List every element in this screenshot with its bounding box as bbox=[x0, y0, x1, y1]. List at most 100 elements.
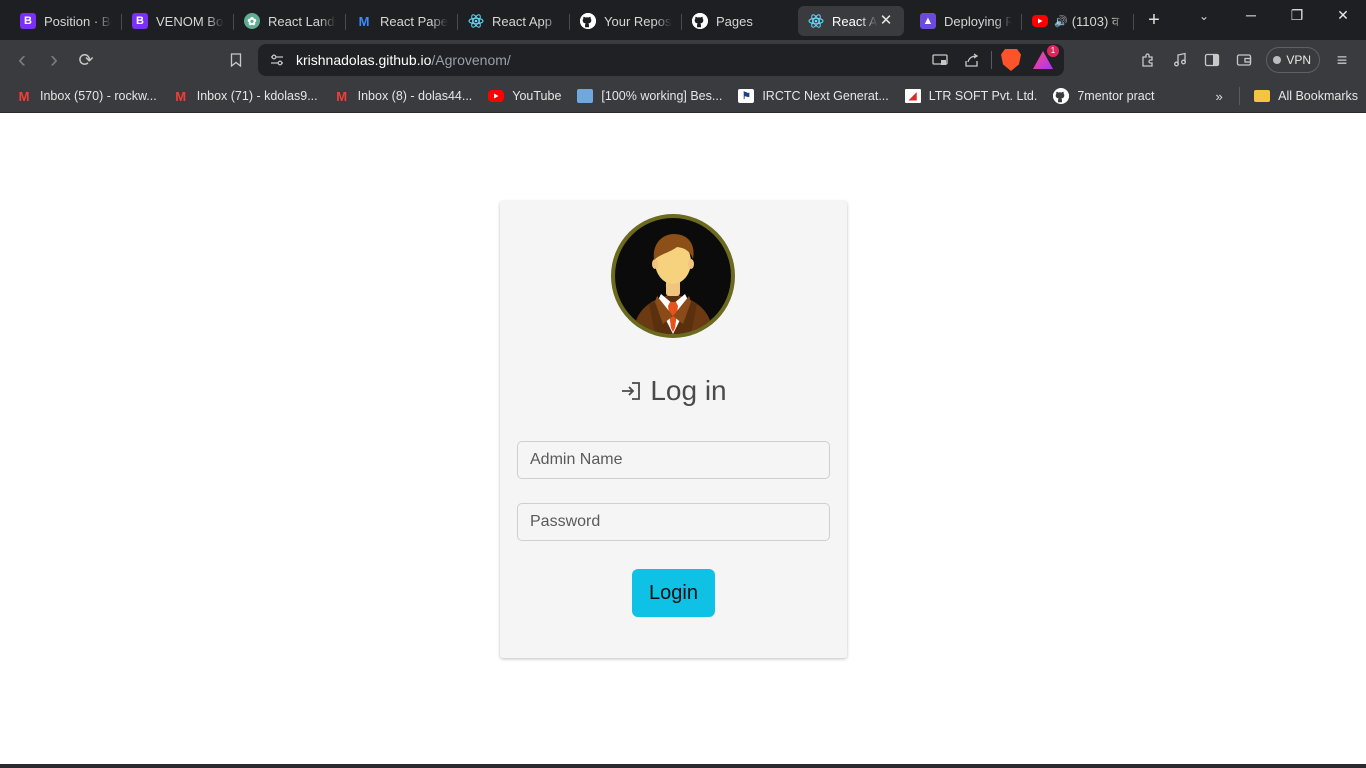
tab-label: React App bbox=[492, 13, 552, 29]
tab-label: React Paper bbox=[380, 13, 448, 29]
bookmark-label: Inbox (570) - rockw... bbox=[40, 89, 157, 103]
gmail-icon: M bbox=[18, 88, 30, 104]
user-avatar-icon bbox=[611, 214, 735, 338]
bookmark-page-icon[interactable] bbox=[220, 44, 252, 76]
github-icon bbox=[692, 13, 708, 29]
brave-rewards-icon[interactable]: 1 bbox=[1030, 45, 1059, 73]
address-bar[interactable]: krishnadolas.github.io/Agrovenom/ 1 bbox=[258, 44, 1064, 76]
divider bbox=[991, 51, 992, 69]
bookmark-label: YouTube bbox=[512, 89, 562, 103]
tab-strip: B Position · Bootstrap B VENOM Bootstrap… bbox=[0, 0, 1366, 40]
rewards-badge: 1 bbox=[1047, 45, 1059, 57]
password-input[interactable] bbox=[517, 503, 830, 541]
deploy-icon: ▲ bbox=[920, 13, 936, 29]
bookmark-irctc[interactable]: ⚑ IRCTC Next Generat... bbox=[732, 83, 894, 109]
bookmark-7mentor[interactable]: 7mentor pract bbox=[1047, 83, 1160, 109]
bookmark-youtube[interactable]: YouTube bbox=[482, 83, 567, 109]
share-icon[interactable] bbox=[959, 47, 985, 73]
tab-10[interactable]: 🔊 (1103) व bbox=[1022, 6, 1134, 36]
bootstrap-icon: B bbox=[20, 13, 36, 29]
close-tab-icon[interactable]: ✕ bbox=[878, 13, 894, 29]
minimize-icon[interactable]: ─ bbox=[1228, 0, 1274, 30]
tab-9[interactable]: ▲ Deploying React bbox=[910, 6, 1022, 36]
image-icon bbox=[577, 89, 594, 103]
menu-icon[interactable]: ≡ bbox=[1326, 44, 1358, 76]
forward-icon[interactable]: › bbox=[38, 44, 70, 76]
new-tab-button[interactable]: + bbox=[1138, 4, 1170, 36]
all-bookmarks-label: All Bookmarks bbox=[1278, 89, 1358, 103]
vpn-button[interactable]: VPN bbox=[1266, 47, 1320, 73]
bookmark-inbox-8[interactable]: M Inbox (8) - dolas44... bbox=[328, 83, 479, 109]
chatgpt-icon: ✿ bbox=[244, 13, 260, 29]
url-text[interactable]: krishnadolas.github.io/Agrovenom/ bbox=[296, 52, 511, 68]
back-icon[interactable]: ‹ bbox=[6, 44, 38, 76]
wallet-icon[interactable] bbox=[1228, 44, 1260, 76]
tab-separator bbox=[1133, 14, 1134, 30]
tab-label: (1103) व bbox=[1071, 14, 1120, 29]
bookmark-ltr-soft[interactable]: ◢ LTR SOFT Pvt. Ltd. bbox=[899, 83, 1044, 109]
login-card: Log in Login bbox=[500, 201, 847, 658]
bookmark-100-working[interactable]: [100% working] Bes... bbox=[571, 83, 728, 109]
url-host: krishnadolas.github.io bbox=[296, 52, 432, 68]
cast-icon[interactable] bbox=[927, 47, 953, 73]
gmail-icon: M bbox=[175, 88, 187, 104]
bookmark-label: LTR SOFT Pvt. Ltd. bbox=[928, 89, 1038, 103]
youtube-icon bbox=[1032, 15, 1048, 27]
github-icon bbox=[580, 13, 596, 29]
more-bookmarks-icon[interactable]: » bbox=[1207, 89, 1231, 104]
folder-icon bbox=[1254, 90, 1271, 102]
divider bbox=[1239, 87, 1241, 105]
login-title: Log in bbox=[650, 375, 727, 406]
tab-8-active[interactable]: React App ✕ bbox=[798, 6, 904, 36]
tab-label: Pages bbox=[716, 13, 753, 29]
restore-icon[interactable]: ❐ bbox=[1274, 0, 1320, 30]
tab-7[interactable]: Pages bbox=[682, 6, 794, 36]
tab-label: VENOM Bootstrap bbox=[156, 13, 224, 29]
vpn-status-icon bbox=[1273, 56, 1282, 64]
mui-icon: M bbox=[358, 13, 370, 29]
site-info-icon[interactable] bbox=[262, 54, 292, 66]
bookmark-label: Inbox (8) - dolas44... bbox=[357, 89, 473, 103]
reload-icon[interactable]: ⟳ bbox=[70, 44, 102, 76]
window-controls: ─ ❐ ✕ bbox=[1228, 0, 1366, 30]
all-bookmarks-button[interactable]: All Bookmarks bbox=[1248, 83, 1358, 109]
tab-search-icon[interactable]: ⌄ bbox=[1192, 4, 1216, 28]
taskbar-edge bbox=[0, 764, 1366, 768]
tab-3[interactable]: ✿ React Landing bbox=[234, 6, 346, 36]
vpn-label: VPN bbox=[1286, 53, 1311, 67]
url-path: /Agrovenom/ bbox=[431, 52, 511, 68]
bookmark-inbox-570[interactable]: M Inbox (570) - rockw... bbox=[10, 83, 163, 109]
close-window-icon[interactable]: ✕ bbox=[1320, 0, 1366, 30]
login-button[interactable]: Login bbox=[632, 569, 715, 617]
bootstrap-icon: B bbox=[132, 13, 148, 29]
media-icon[interactable] bbox=[1164, 44, 1196, 76]
brave-shields-icon[interactable] bbox=[998, 47, 1024, 73]
bookmarks-right: » All Bookmarks bbox=[1207, 83, 1358, 109]
tab-2[interactable]: B VENOM Bootstrap bbox=[122, 6, 234, 36]
bookmarks-bar: M Inbox (570) - rockw... M Inbox (71) - … bbox=[0, 80, 1366, 113]
tab-6[interactable]: Your Repositories bbox=[570, 6, 682, 36]
admin-name-input[interactable] bbox=[517, 441, 830, 479]
bookmark-label: Inbox (71) - kdolas9... bbox=[196, 89, 318, 103]
tab-5[interactable]: React App bbox=[458, 6, 570, 36]
tab-label: React Landing bbox=[268, 13, 336, 29]
react-icon bbox=[468, 13, 484, 29]
github-icon bbox=[1053, 88, 1070, 104]
bookmark-label: 7mentor pract bbox=[1077, 89, 1155, 103]
tab-1[interactable]: B Position · Bootstrap bbox=[10, 6, 122, 36]
sidebar-icon[interactable] bbox=[1196, 44, 1228, 76]
page-content: Log in Login bbox=[0, 113, 1366, 768]
tab-label: Your Repositories bbox=[604, 13, 672, 29]
irctc-icon: ⚑ bbox=[738, 89, 755, 103]
tab-4[interactable]: M React Paper bbox=[346, 6, 458, 36]
login-heading: Log in bbox=[500, 375, 847, 407]
gmail-icon: M bbox=[336, 88, 348, 104]
audio-playing-icon[interactable]: 🔊 bbox=[1054, 15, 1068, 28]
bookmark-label: [100% working] Bes... bbox=[601, 89, 723, 103]
bookmark-inbox-71[interactable]: M Inbox (71) - kdolas9... bbox=[167, 83, 324, 109]
login-icon bbox=[620, 380, 642, 402]
toolbar-right: VPN ≡ bbox=[1132, 44, 1358, 76]
extensions-icon[interactable] bbox=[1132, 44, 1164, 76]
browser-toolbar: ‹ › ⟳ krishnadolas.github.io/Agrovenom/ … bbox=[0, 40, 1366, 80]
tab-label: Deploying React bbox=[944, 13, 1012, 29]
